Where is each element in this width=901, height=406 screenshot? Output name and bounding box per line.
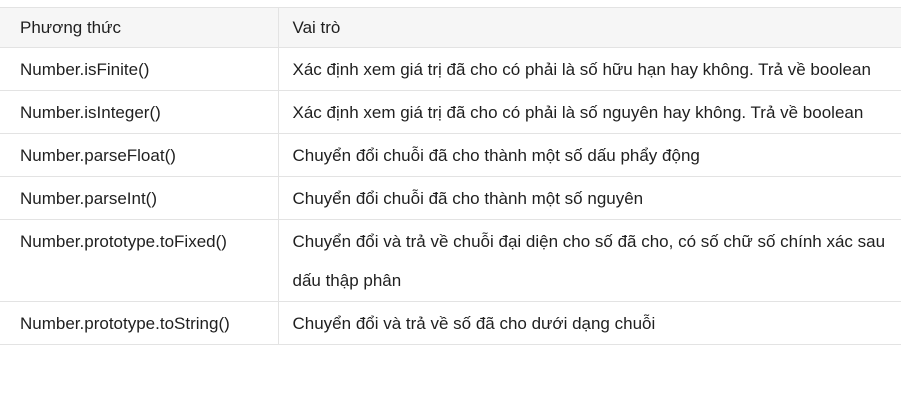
table-row: Number.isFinite() Xác định xem giá trị đ…	[0, 47, 901, 91]
role-cell: Chuyển đổi và trả về chuỗi đại diện cho …	[277, 219, 901, 302]
table-body: Number.isFinite() Xác định xem giá trị đ…	[0, 47, 901, 345]
method-cell: Number.prototype.toFixed()	[0, 219, 279, 302]
role-cell: Chuyển đổi và trả về số đã cho dưới dạng…	[277, 301, 901, 345]
table-row: Number.parseFloat() Chuyển đổi chuỗi đã …	[0, 133, 901, 177]
role-cell: Xác định xem giá trị đã cho có phải là s…	[277, 47, 901, 91]
header-row: Phương thức Vai trò	[0, 7, 901, 48]
method-cell: Number.parseInt()	[0, 176, 279, 220]
header-method: Phương thức	[0, 7, 279, 48]
table-header: Phương thức Vai trò	[0, 7, 901, 48]
role-cell: Xác định xem giá trị đã cho có phải là s…	[277, 90, 901, 134]
methods-table: Phương thức Vai trò Number.isFinite() Xá…	[0, 7, 901, 345]
table-row: Number.prototype.toFixed() Chuyển đổi và…	[0, 219, 901, 302]
method-cell: Number.parseFloat()	[0, 133, 279, 177]
header-role: Vai trò	[277, 7, 901, 48]
method-cell: Number.prototype.toString()	[0, 301, 279, 345]
role-cell: Chuyển đổi chuỗi đã cho thành một số dấu…	[277, 133, 901, 177]
table-row: Number.isInteger() Xác định xem giá trị …	[0, 90, 901, 134]
role-cell: Chuyển đổi chuỗi đã cho thành một số ngu…	[277, 176, 901, 220]
table-row: Number.prototype.toString() Chuyển đổi v…	[0, 301, 901, 345]
method-cell: Number.isInteger()	[0, 90, 279, 134]
table-row: Number.parseInt() Chuyển đổi chuỗi đã ch…	[0, 176, 901, 220]
method-cell: Number.isFinite()	[0, 47, 279, 91]
